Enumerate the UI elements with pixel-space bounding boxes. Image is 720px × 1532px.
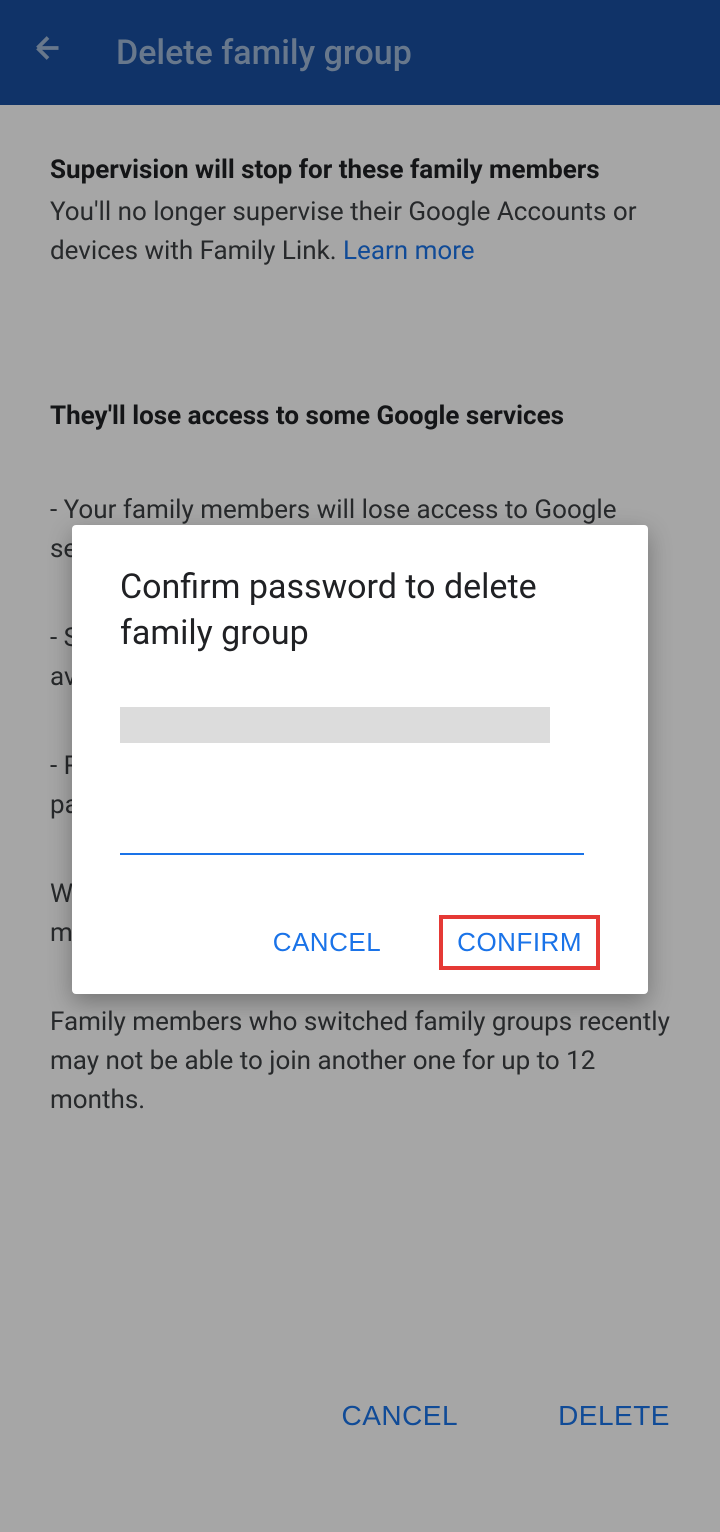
dialog-button-row: CANCEL CONFIRM — [120, 915, 600, 970]
modal-overlay: Confirm password to delete family group … — [0, 0, 720, 1532]
dialog-title: Confirm password to delete family group — [120, 565, 600, 657]
dialog-cancel-button[interactable]: CANCEL — [255, 915, 399, 970]
dialog-confirm-button[interactable]: CONFIRM — [439, 915, 600, 970]
redacted-info — [120, 707, 550, 743]
password-input[interactable] — [120, 813, 584, 855]
confirm-password-dialog: Confirm password to delete family group … — [72, 525, 648, 994]
